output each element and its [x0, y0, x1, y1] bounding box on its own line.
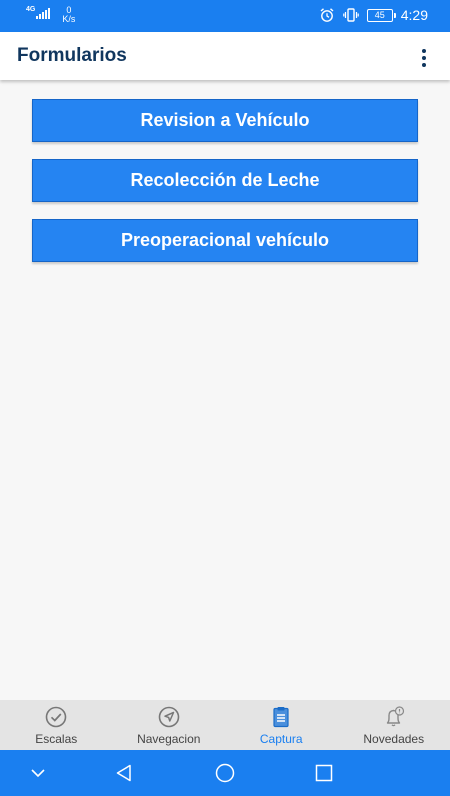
notification-bell-icon	[381, 706, 407, 728]
bottom-navigation: Escalas Navegacion Captura Novedades	[0, 700, 450, 750]
home-icon[interactable]	[214, 763, 236, 788]
form-list: Revision a Vehículo Recolección de Leche…	[32, 99, 418, 279]
alarm-icon	[319, 7, 335, 23]
form-button-revision-vehiculo[interactable]: Revision a Vehículo	[32, 99, 418, 142]
recents-icon[interactable]	[314, 763, 334, 788]
network-type: 4G	[26, 6, 36, 13]
status-bar: 4G 0 K/s 45 4:29	[0, 0, 450, 32]
check-circle-icon	[43, 706, 69, 728]
more-vert-icon[interactable]	[412, 46, 436, 70]
network-speed: 0 K/s	[62, 6, 75, 24]
app-bar: Formularios	[0, 32, 450, 80]
nav-item-navegacion[interactable]: Navegacion	[113, 700, 226, 750]
signal-icon	[36, 7, 51, 19]
system-navigation-bar	[0, 750, 450, 796]
nav-item-novedades[interactable]: Novedades	[338, 700, 450, 750]
nav-label: Navegacion	[137, 732, 201, 746]
clipboard-icon	[268, 706, 294, 728]
nav-label: Novedades	[363, 732, 425, 746]
nav-item-captura[interactable]: Captura	[225, 700, 338, 750]
vibrate-icon	[342, 7, 359, 23]
navigation-icon	[156, 706, 182, 728]
page-title: Formularios	[17, 45, 127, 66]
collapse-icon[interactable]	[28, 763, 48, 788]
nav-label: Escalas	[35, 732, 78, 746]
form-button-recoleccion-leche[interactable]: Recolección de Leche	[32, 159, 418, 202]
nav-item-escalas[interactable]: Escalas	[0, 700, 113, 750]
speed-unit: K/s	[62, 14, 76, 24]
network-status: 4G 0 K/s	[26, 6, 75, 24]
nav-label: Captura	[259, 732, 303, 746]
back-icon[interactable]	[114, 763, 134, 788]
form-button-preoperacional-vehiculo[interactable]: Preoperacional vehículo	[32, 219, 418, 262]
clock: 4:29	[400, 7, 428, 23]
battery-icon: 45	[366, 8, 396, 22]
